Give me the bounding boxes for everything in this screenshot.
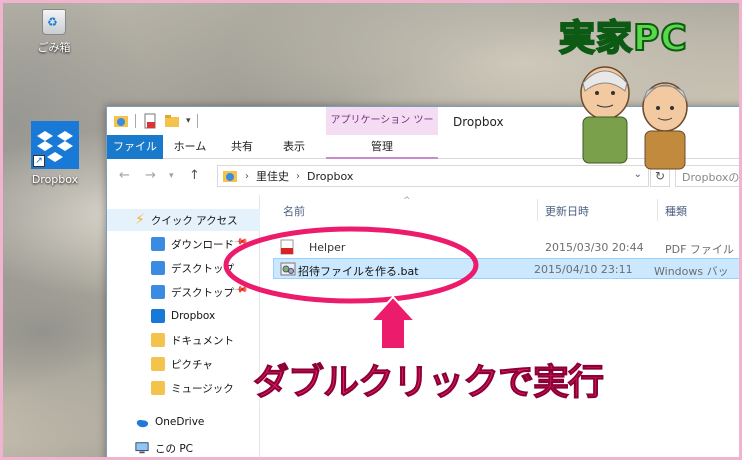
highlight-ellipse <box>223 226 479 304</box>
screenshot-frame: ♻ ごみ箱 ↗ Dropbox ▾ アプリケーション ツー Dropbox ファ… <box>0 0 742 460</box>
callout-label: ダブルクリックで実行 <box>252 362 604 404</box>
up-arrow-callout-icon <box>368 295 418 350</box>
grandparents-illustration <box>580 66 688 170</box>
headline-label: 実家PC <box>558 17 688 60</box>
